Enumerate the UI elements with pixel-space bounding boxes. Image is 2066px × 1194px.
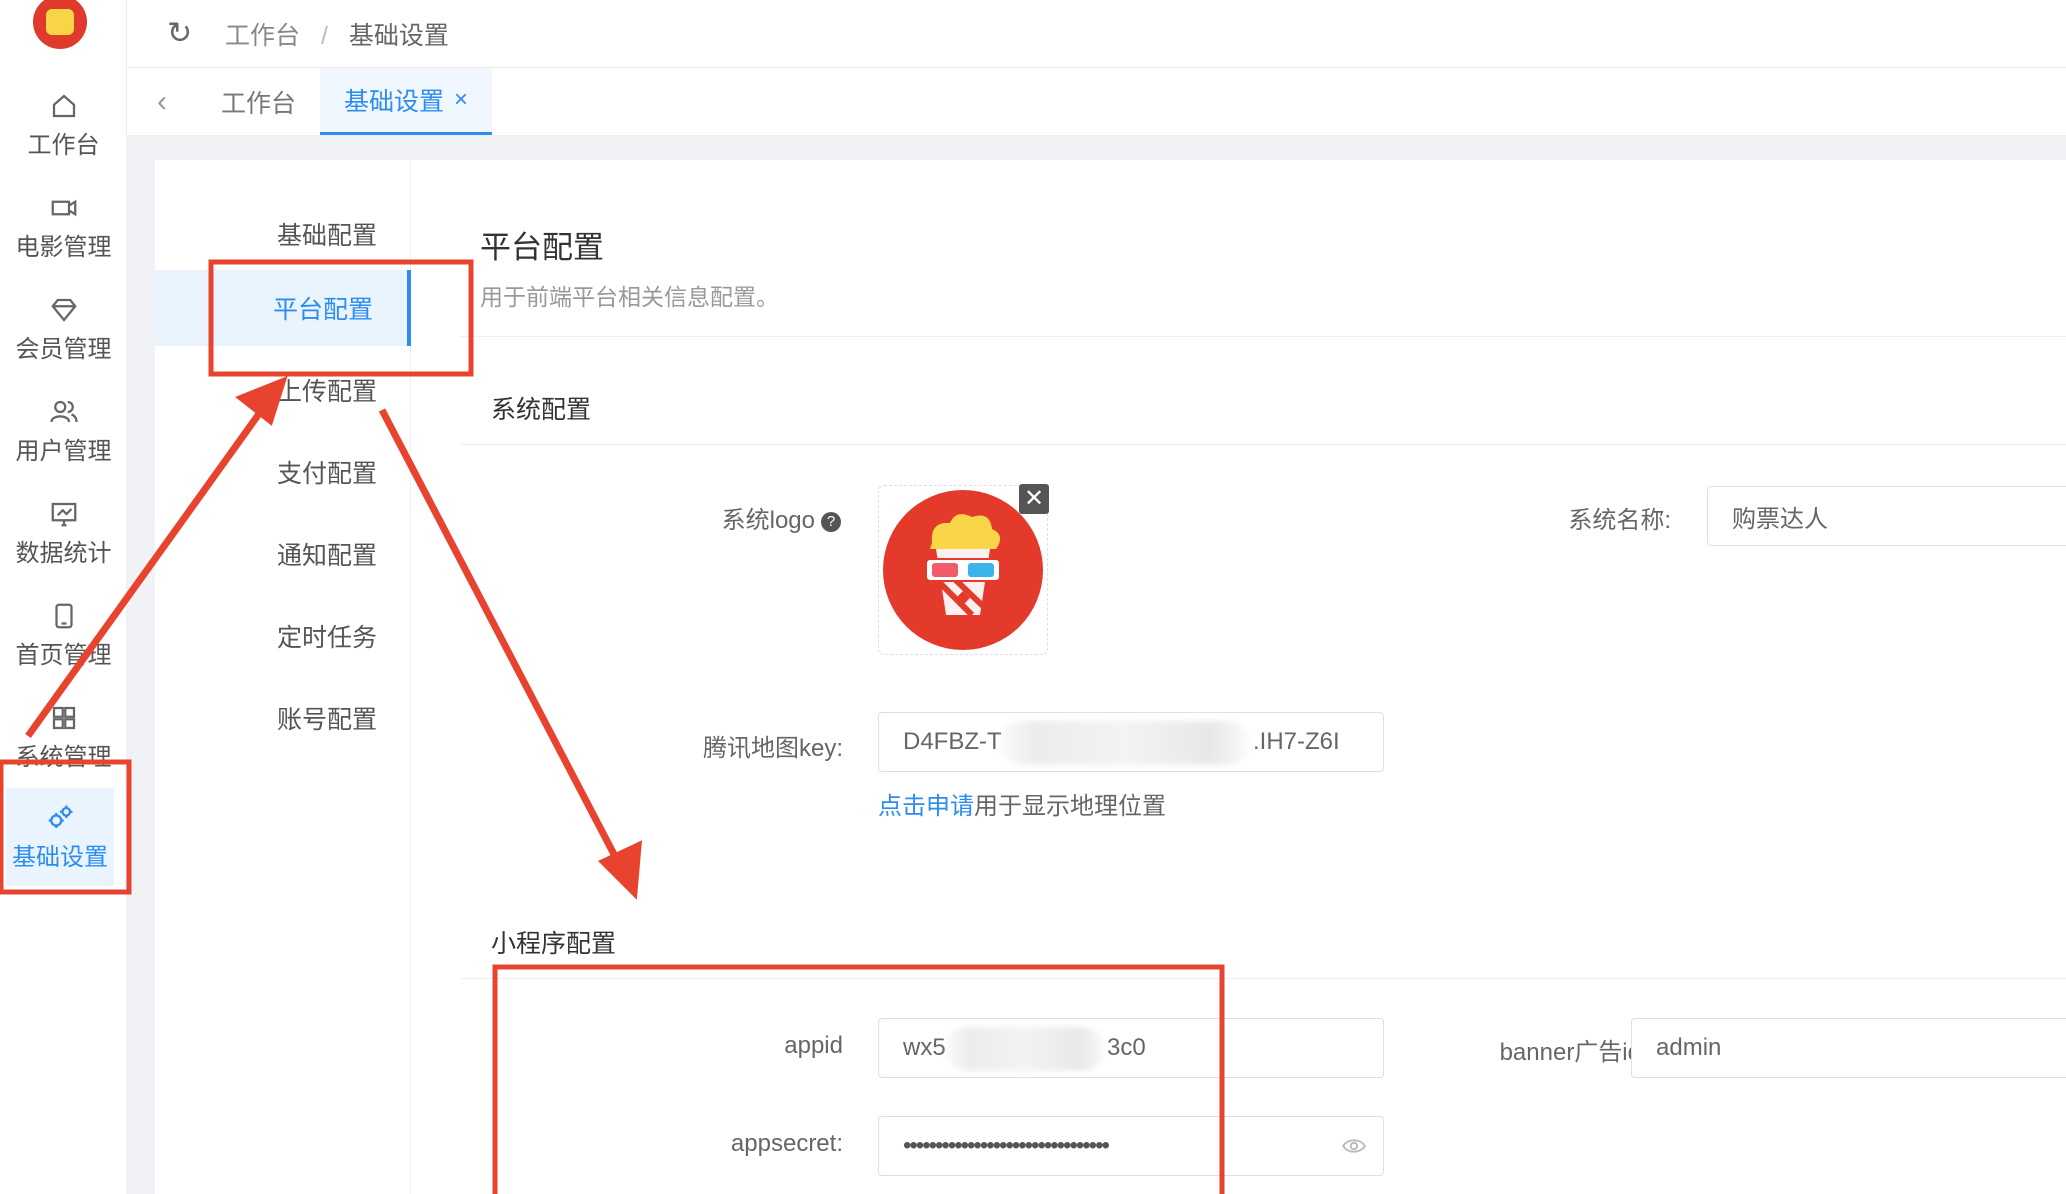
input-value: admin (1656, 1034, 1722, 1061)
submenu-account[interactable]: 账号配置 (155, 680, 411, 756)
banner-ad-id-input[interactable]: admin (1631, 1018, 2066, 1078)
rail-item-label: 系统管理 (15, 743, 112, 771)
tab-label: 基础设置 (344, 88, 445, 116)
section-title-system: 系统配置 (491, 396, 592, 424)
rail-item-label: 会员管理 (15, 335, 112, 363)
rail-item-homepage[interactable]: 首页管理 (0, 586, 127, 684)
tabs-bar: ‹ 工作台 基础设置 × (127, 68, 2066, 136)
rail-item-system[interactable]: 系统管理 (0, 688, 127, 786)
popcorn-icon (46, 9, 74, 35)
apply-link[interactable]: 点击申请 (878, 793, 974, 820)
help-icon[interactable]: ? (821, 512, 841, 532)
breadcrumb: 工作台 / 基础设置 (225, 16, 449, 52)
appsecret-label: appsecret: (730, 1130, 843, 1157)
divider (461, 444, 2066, 445)
submenu-label: 平台配置 (272, 296, 373, 324)
input-value: 购票达人 (1732, 505, 1828, 533)
gears-icon (48, 805, 73, 828)
submenu-basic[interactable]: 基础配置 (155, 196, 411, 272)
home-icon (52, 94, 75, 117)
appid-input[interactable]: wx5 3c0 (878, 1018, 1384, 1078)
chart-icon (51, 502, 76, 526)
redaction-blur (999, 721, 1249, 765)
tab-workbench[interactable]: 工作台 (197, 68, 320, 135)
submenu-platform[interactable]: 平台配置 (155, 270, 411, 346)
submenu-scheduled-tasks[interactable]: 定时任务 (155, 598, 411, 674)
breadcrumb-workbench[interactable]: 工作台 (225, 22, 300, 50)
users-icon (49, 400, 78, 422)
rail-item-members[interactable]: 会员管理 (0, 280, 127, 378)
tablet-icon (54, 603, 73, 628)
rail-item-movies[interactable]: 电影管理 (0, 178, 127, 276)
submenu-label: 基础配置 (276, 222, 377, 250)
submenu-label: 定时任务 (276, 624, 377, 652)
input-value-suffix: 3c0 (1107, 1034, 1146, 1061)
submenu-label: 支付配置 (276, 460, 377, 488)
rail-item-label: 工作台 (27, 131, 100, 159)
eye-icon[interactable] (1341, 1133, 1367, 1159)
page-description: 用于前端平台相关信息配置。 (480, 284, 779, 310)
rail-item-label: 基础设置 (12, 843, 108, 871)
tab-basic-settings[interactable]: 基础设置 × (320, 68, 493, 135)
submenu-label: 账号配置 (276, 706, 377, 734)
submenu-label: 通知配置 (276, 542, 377, 570)
divider (461, 978, 2066, 979)
remove-logo-button[interactable]: ✕ (1019, 484, 1049, 514)
rail-item-stats[interactable]: 数据统计 (0, 484, 127, 582)
grid-icon (52, 706, 75, 729)
submenu-label: 上传配置 (276, 378, 377, 406)
top-bar: ↻ 工作台 / 基础设置 (127, 0, 2066, 68)
input-value-prefix: wx5 (903, 1034, 946, 1061)
submenu-notification[interactable]: 通知配置 (155, 516, 411, 592)
chevron-left-icon[interactable]: ‹ (127, 68, 197, 135)
label-text: 系统logo (721, 507, 815, 534)
page-title: 平台配置 (480, 230, 604, 265)
left-rail: 工作台 电影管理 会员管理 用户管理 数据统计 首页管理 系统管理 基础设置 (0, 0, 127, 1194)
map-key-label: 腾讯地图key: (702, 735, 843, 762)
divider (461, 336, 2066, 337)
submenu-upload[interactable]: 上传配置 (155, 352, 411, 428)
rail-item-basic-settings[interactable]: 基础设置 (6, 788, 114, 886)
submenu-payment[interactable]: 支付配置 (155, 434, 411, 510)
redaction-blur (945, 1027, 1105, 1071)
rail-item-label: 数据统计 (15, 539, 112, 567)
appid-label: appid (784, 1032, 843, 1059)
video-icon (51, 199, 76, 216)
platform-config-panel: 平台配置 用于前端平台相关信息配置。 系统配置 系统logo? ✕ 系统名称: (411, 160, 2066, 1194)
refresh-icon[interactable]: ↻ (167, 18, 195, 48)
map-key-input[interactable]: D4FBZ-T .IH7-Z6I (878, 712, 1384, 772)
system-name-input[interactable]: 购票达人 (1707, 486, 2066, 546)
input-value-suffix: .IH7-Z6I (1253, 728, 1340, 755)
banner-ad-id-label: banner广告id (1499, 1039, 1641, 1066)
logo-upload[interactable]: ✕ (878, 484, 1049, 655)
rail-item-label: 首页管理 (15, 641, 112, 669)
input-value-masked: •••••••••••••••••••••••••••••••• (903, 1132, 1110, 1159)
settings-submenu: 基础配置 平台配置 上传配置 支付配置 通知配置 定时任务 账号配置 (155, 160, 411, 1194)
rail-item-label: 电影管理 (15, 233, 112, 261)
settings-card: 基础配置 平台配置 上传配置 支付配置 通知配置 定时任务 账号配置 平台配置 … (155, 160, 2066, 1194)
system-name-label: 系统名称: (1568, 507, 1671, 534)
section-title-mini-program: 小程序配置 (491, 930, 617, 958)
tab-label: 工作台 (221, 89, 297, 118)
hint-text: 用于显示地理位置 (974, 793, 1166, 820)
appsecret-input[interactable]: •••••••••••••••••••••••••••••••• (878, 1116, 1384, 1176)
diamond-icon (50, 298, 77, 322)
app-logo[interactable] (33, 0, 87, 49)
map-key-hint: 点击申请用于显示地理位置 (878, 786, 1166, 821)
rail-item-workbench[interactable]: 工作台 (0, 76, 127, 174)
rail-item-label: 用户管理 (15, 437, 112, 465)
system-logo-label: 系统logo? (501, 500, 841, 535)
input-value-prefix: D4FBZ-T (903, 728, 1002, 755)
rail-item-users[interactable]: 用户管理 (0, 382, 127, 480)
breadcrumb-separator: / (320, 21, 328, 50)
close-icon[interactable]: × (454, 86, 468, 114)
breadcrumb-current: 基础设置 (348, 21, 449, 50)
